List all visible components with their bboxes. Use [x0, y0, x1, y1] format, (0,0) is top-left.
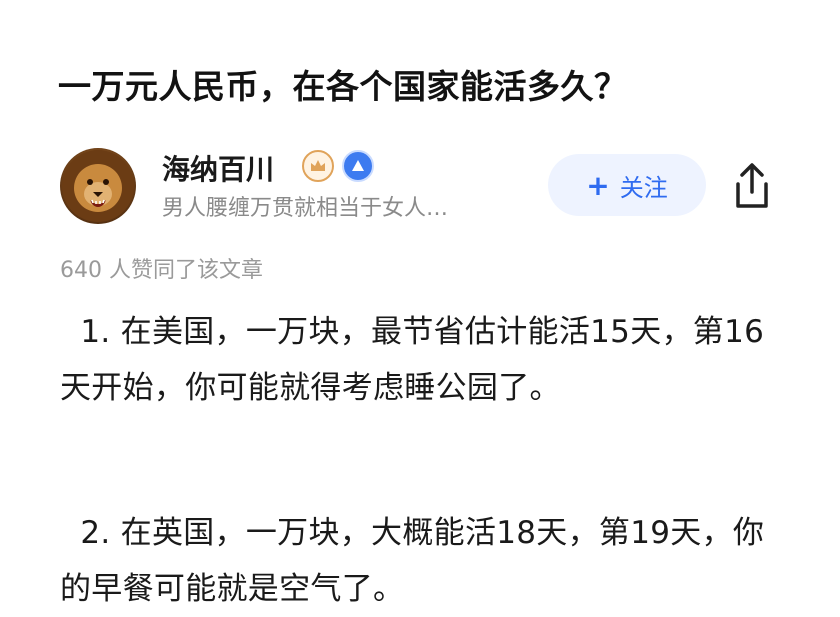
lion-avatar-icon [62, 150, 134, 222]
author-avatar[interactable] [60, 148, 136, 224]
author-row: 海纳百川 男人腰缠万贯就相当于女人… + 关注 [0, 140, 840, 230]
author-name[interactable]: 海纳百川 [162, 148, 274, 188]
question-title[interactable]: 一万元人民币，在各个国家能活多久？ [58, 60, 628, 108]
content-paragraph: 2. 在英国，一万块，大概能活18天，第19天，你的早餐可能就是空气了。 [60, 515, 765, 607]
level-badge-icon [342, 150, 374, 182]
article-page: 一万元人民币，在各个国家能活多久？ 海纳百川 男人腰缠万贯就相当于女人… + 关… [0, 0, 840, 607]
author-bio: 男人腰缠万贯就相当于女人… [162, 196, 449, 221]
crown-badge-icon [302, 150, 334, 182]
approval-count: 640 人赞同了该文章 [60, 258, 263, 283]
plus-icon: + [586, 168, 610, 202]
follow-label: 关注 [619, 173, 668, 202]
content-paragraph: 1. 在美国，一万块，最节省估计能活15天，第16天开始，你可能就得考虑睡公园了… [60, 314, 765, 406]
share-icon[interactable] [730, 162, 774, 210]
follow-button[interactable]: + 关注 [548, 154, 706, 216]
